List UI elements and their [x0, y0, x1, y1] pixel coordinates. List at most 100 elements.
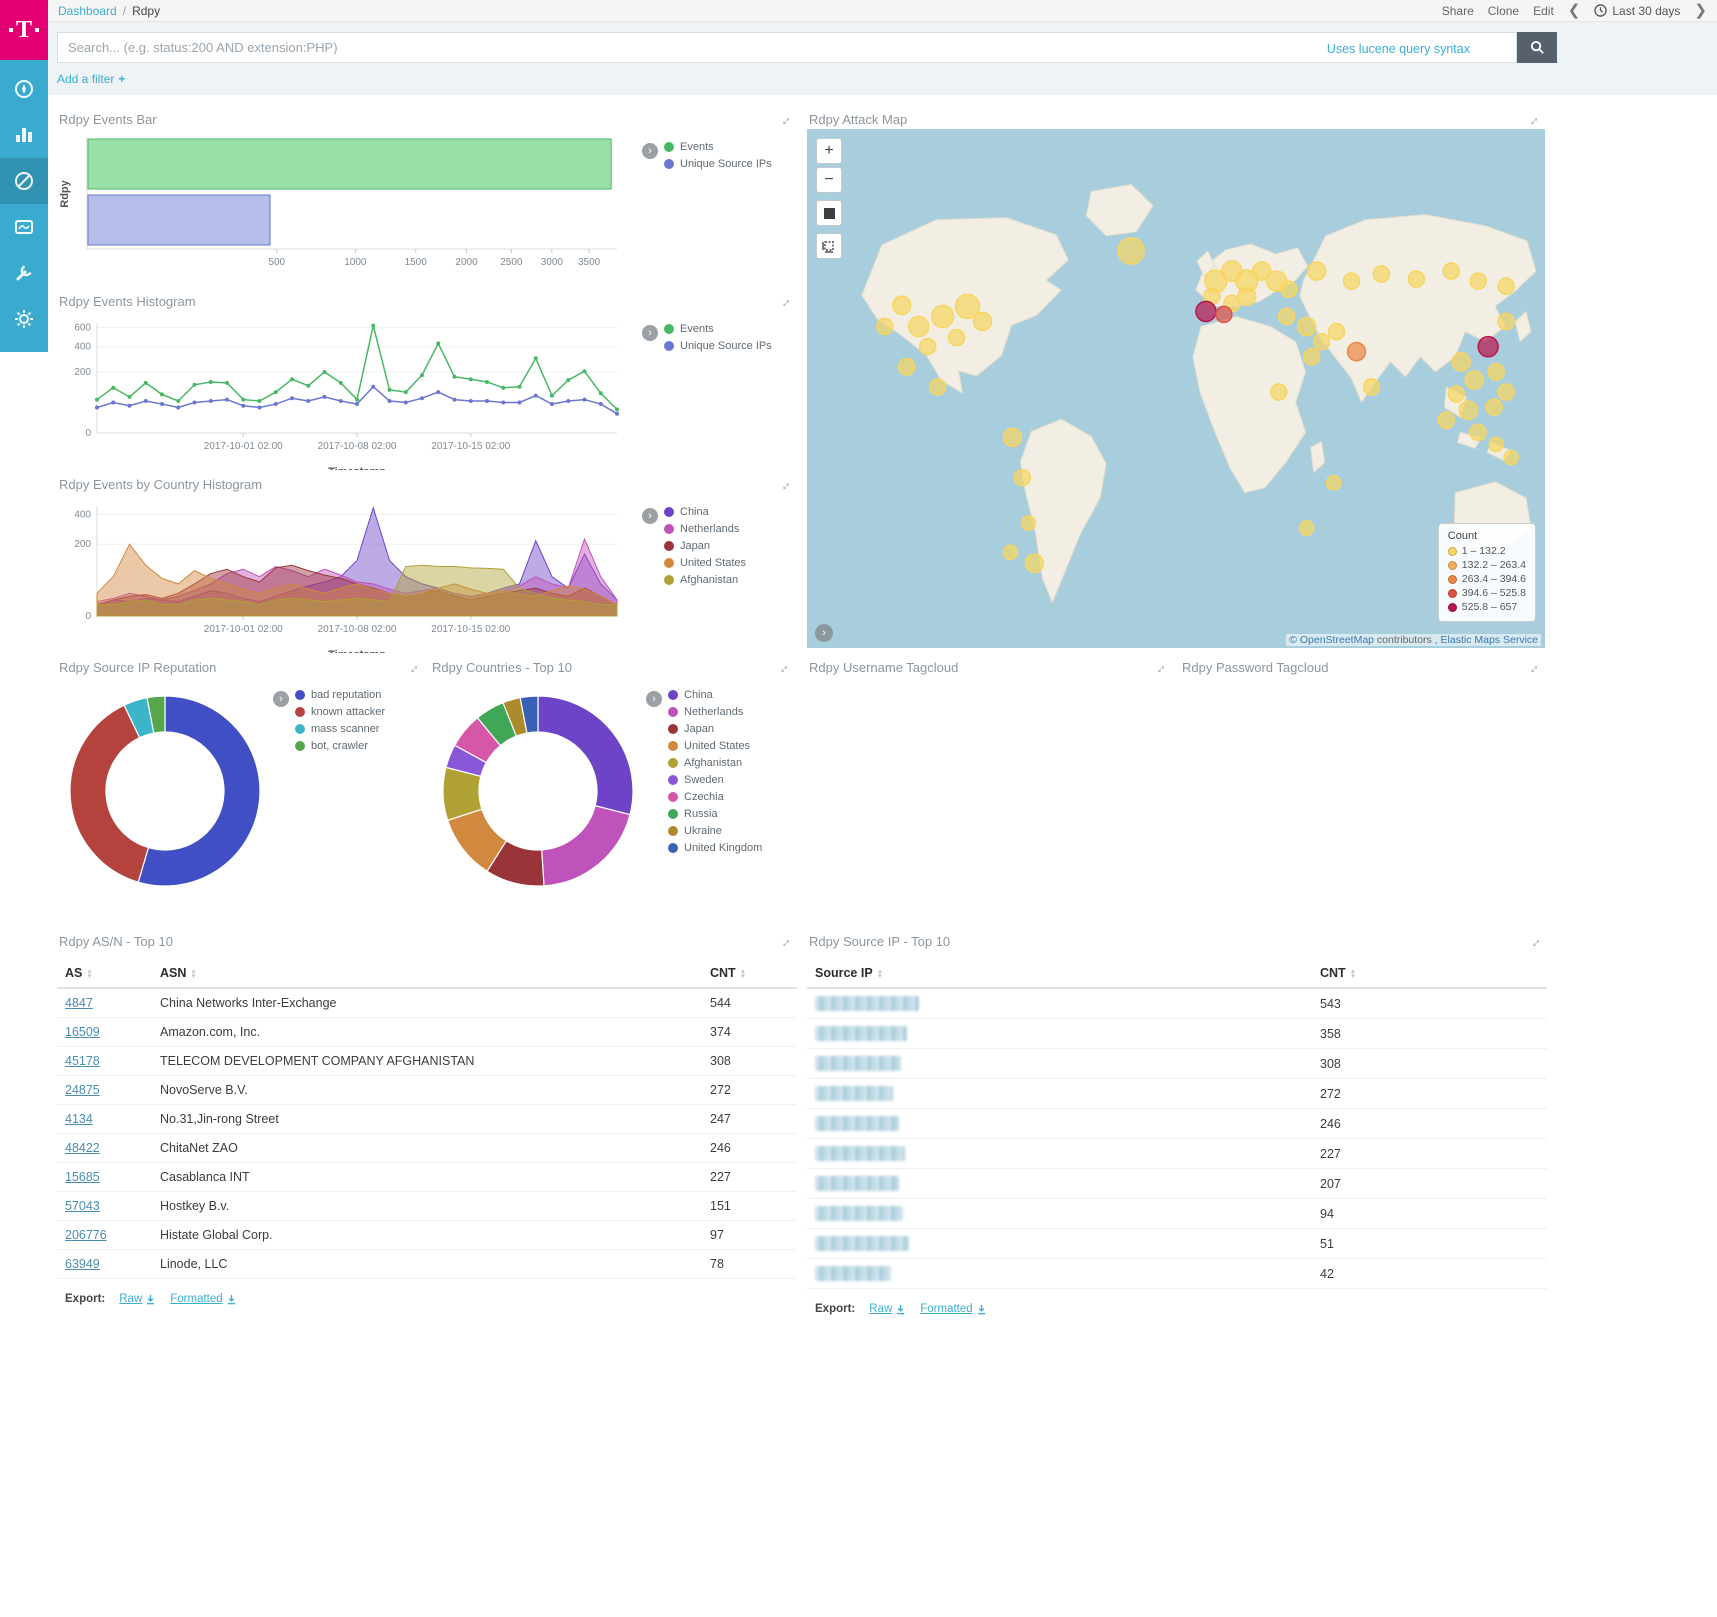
map-marker[interactable]: [1344, 273, 1360, 289]
map-marker[interactable]: [1465, 371, 1483, 389]
map-marker[interactable]: [1443, 263, 1459, 279]
legend-item[interactable]: Japan: [664, 540, 780, 552]
data-point[interactable]: [323, 370, 327, 374]
legend-item[interactable]: mass scanner: [295, 723, 393, 735]
expand-panel-icon[interactable]: ↔: [1523, 657, 1543, 677]
map-draw-filter-button[interactable]: [816, 233, 842, 259]
legend-item[interactable]: Czechia: [668, 791, 766, 803]
map-fit-bounds-button[interactable]: [816, 200, 842, 226]
sidebar-item-discover[interactable]: [0, 66, 48, 112]
data-point[interactable]: [193, 383, 197, 387]
data-point[interactable]: [225, 398, 229, 402]
legend-item[interactable]: bad reputation: [295, 689, 393, 701]
map-marker[interactable]: [1488, 364, 1504, 380]
sidebar-item-management[interactable]: [0, 296, 48, 342]
share-button[interactable]: Share: [1442, 4, 1474, 18]
sidebar-item-devtools[interactable]: [0, 250, 48, 296]
legend-item[interactable]: bot, crawler: [295, 740, 393, 752]
data-point[interactable]: [566, 378, 570, 382]
expand-panel-icon[interactable]: ↔: [1525, 931, 1545, 951]
legend-toggle-icon[interactable]: ›: [642, 325, 658, 341]
column-header-Source IP[interactable]: Source IP▲▼: [807, 959, 1312, 988]
map-marker[interactable]: [1279, 308, 1295, 324]
search-button[interactable]: [1517, 32, 1557, 63]
map-marker[interactable]: [1021, 516, 1035, 530]
map-marker[interactable]: [1304, 349, 1320, 365]
data-point[interactable]: [388, 388, 392, 392]
map-marker[interactable]: [1118, 238, 1144, 264]
as-number-link[interactable]: 57043: [65, 1199, 100, 1213]
map-marker[interactable]: [1025, 554, 1043, 572]
map-marker[interactable]: [1498, 278, 1514, 294]
data-point[interactable]: [274, 402, 278, 406]
data-point[interactable]: [566, 399, 570, 403]
legend-item[interactable]: United States: [664, 557, 780, 569]
map-marker[interactable]: [1498, 384, 1514, 400]
data-point[interactable]: [615, 407, 619, 411]
column-header-ASN[interactable]: ASN▲▼: [152, 959, 702, 988]
map-attribution-toggle[interactable]: ›: [815, 624, 833, 642]
map-marker[interactable]: [1308, 262, 1326, 280]
map-marker[interactable]: [930, 379, 946, 395]
attribution-link[interactable]: , Elastic Maps Service: [1435, 634, 1538, 646]
map-marker[interactable]: [893, 296, 911, 314]
as-number-link[interactable]: 206776: [65, 1228, 107, 1242]
data-point[interactable]: [128, 404, 132, 408]
data-point[interactable]: [469, 377, 473, 381]
map-marker[interactable]: [1314, 334, 1330, 350]
data-point[interactable]: [453, 398, 457, 402]
map-marker[interactable]: [1271, 384, 1287, 400]
data-point[interactable]: [144, 399, 148, 403]
data-point[interactable]: [420, 373, 424, 377]
map-marker[interactable]: [899, 359, 915, 375]
export-formatted-link[interactable]: Formatted: [920, 1303, 986, 1315]
expand-panel-icon[interactable]: ↔: [773, 657, 793, 677]
data-point[interactable]: [176, 405, 180, 409]
map-marker[interactable]: [1298, 317, 1316, 335]
legend-item[interactable]: China: [664, 506, 780, 518]
as-number-link[interactable]: 4134: [65, 1112, 93, 1126]
data-point[interactable]: [258, 405, 262, 409]
map-marker[interactable]: [932, 305, 954, 327]
search-input[interactable]: [58, 33, 1516, 62]
data-point[interactable]: [95, 405, 99, 409]
map-marker[interactable]: [1452, 353, 1470, 371]
map-marker[interactable]: [1438, 412, 1454, 428]
data-point[interactable]: [583, 398, 587, 402]
data-point[interactable]: [371, 385, 375, 389]
legend-item[interactable]: known attacker: [295, 706, 393, 718]
data-point[interactable]: [453, 375, 457, 379]
data-point[interactable]: [355, 398, 359, 402]
data-point[interactable]: [111, 400, 115, 404]
data-point[interactable]: [355, 402, 359, 406]
as-number-link[interactable]: 45178: [65, 1054, 100, 1068]
data-point[interactable]: [485, 380, 489, 384]
attack-map[interactable]: + − Count1 – 132.2132.2 – 263.4263.4 – 3…: [807, 129, 1545, 648]
data-point[interactable]: [436, 390, 440, 394]
time-picker[interactable]: Last 30 days: [1594, 4, 1680, 18]
data-point[interactable]: [436, 342, 440, 346]
data-point[interactable]: [469, 399, 473, 403]
as-number-link[interactable]: 4847: [65, 996, 93, 1010]
map-marker[interactable]: [1470, 273, 1486, 289]
map-marker[interactable]: [949, 330, 965, 346]
data-point[interactable]: [550, 394, 554, 398]
data-point[interactable]: [388, 399, 392, 403]
data-point[interactable]: [306, 399, 310, 403]
map-marker[interactable]: [1448, 386, 1464, 402]
map-zoom-out-button[interactable]: −: [816, 167, 842, 193]
expand-panel-icon[interactable]: ↔: [1523, 109, 1543, 129]
as-number-link[interactable]: 24875: [65, 1083, 100, 1097]
data-point[interactable]: [274, 390, 278, 394]
map-marker[interactable]: [1486, 399, 1502, 415]
data-point[interactable]: [339, 399, 343, 403]
legend-toggle-icon[interactable]: ›: [642, 143, 658, 159]
legend-item[interactable]: Afghanistan: [668, 757, 766, 769]
export-raw-link[interactable]: Raw: [119, 1293, 156, 1305]
legend-item[interactable]: Netherlands: [668, 706, 766, 718]
data-point[interactable]: [144, 381, 148, 385]
map-zoom-in-button[interactable]: +: [816, 138, 842, 164]
map-marker[interactable]: [1489, 437, 1503, 451]
data-point[interactable]: [290, 377, 294, 381]
legend-item[interactable]: United States: [668, 740, 766, 752]
